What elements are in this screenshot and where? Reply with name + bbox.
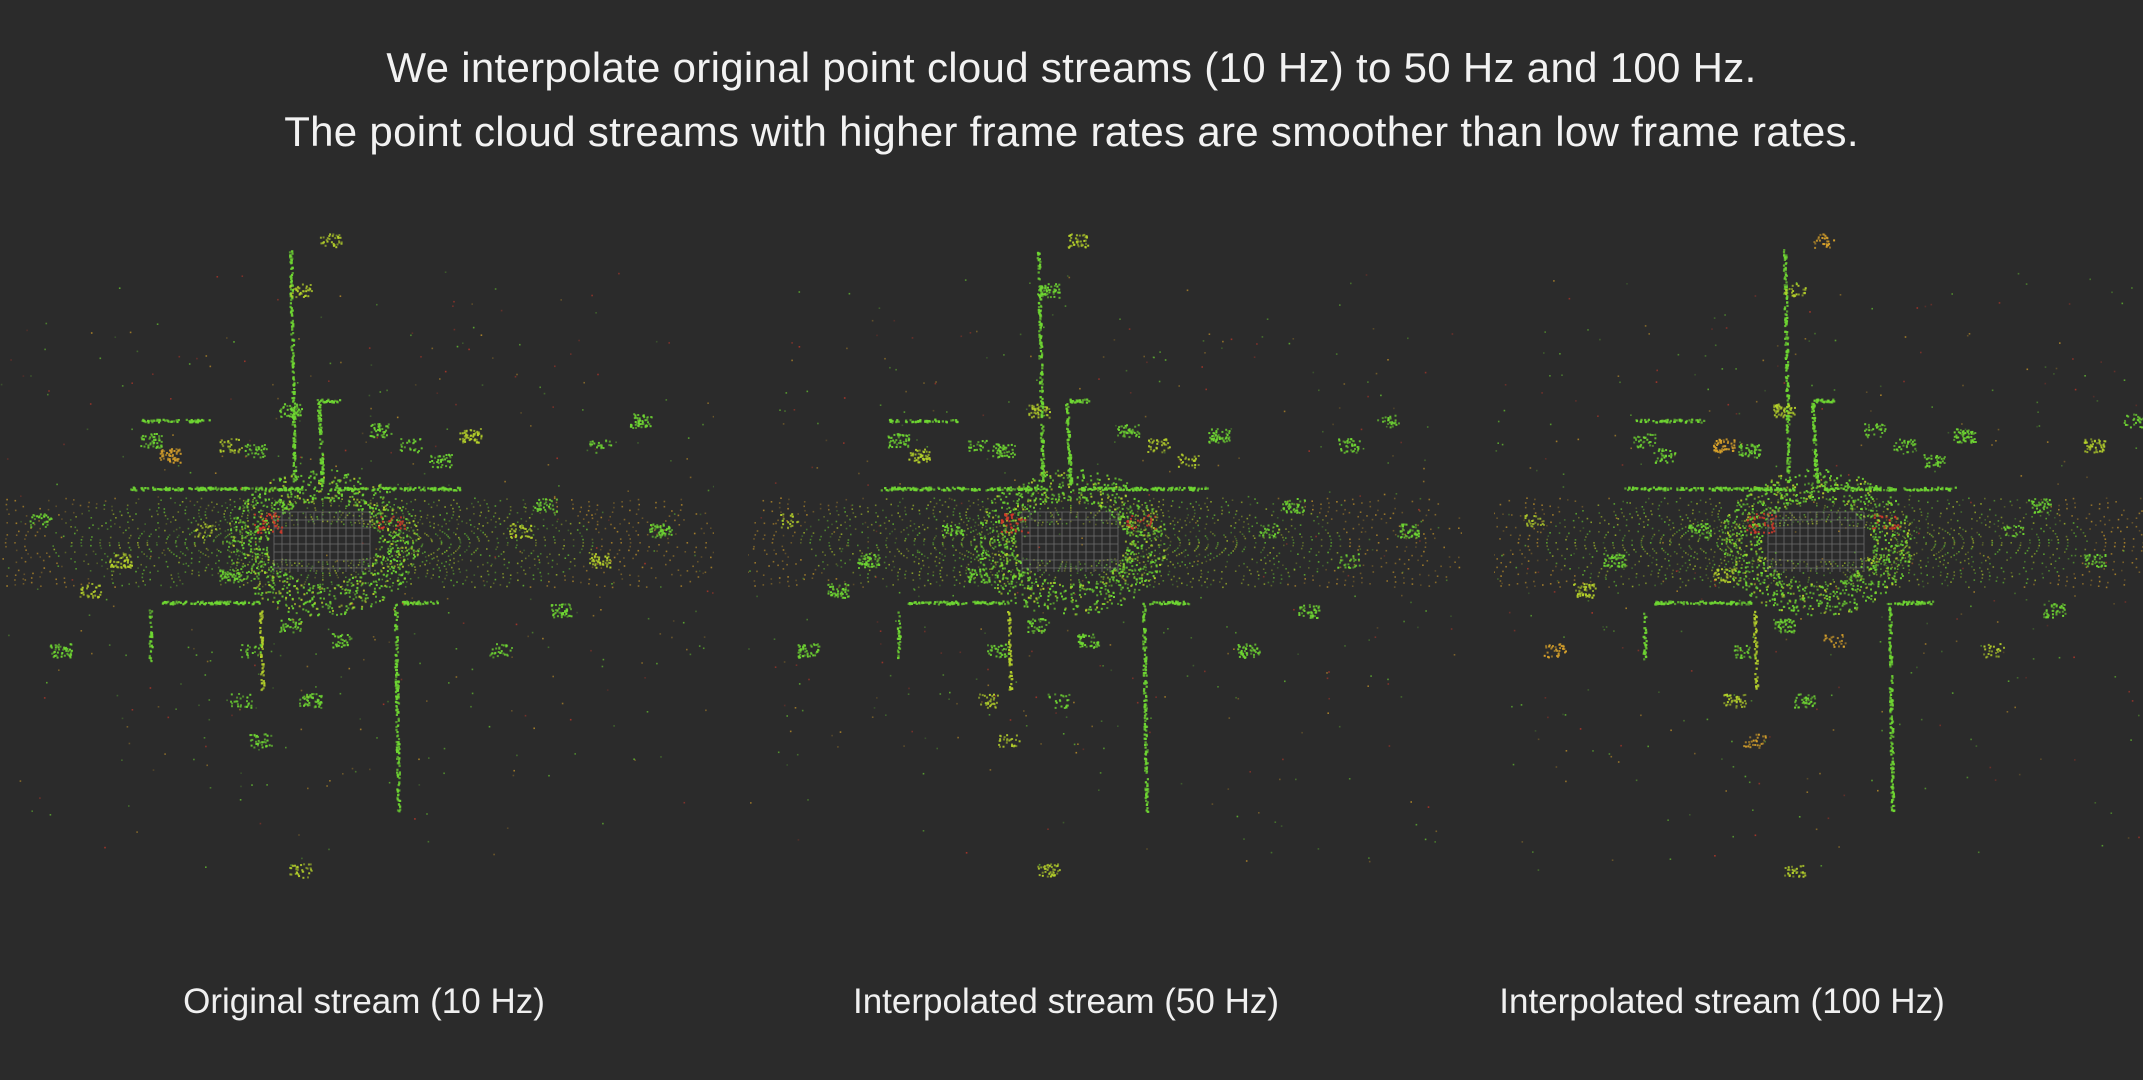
caption-original-stream: Original stream (10 Hz): [183, 982, 545, 1021]
caption-interpolated-50hz: Interpolated stream (50 Hz): [852, 982, 1280, 1021]
lidar-scan-image: [748, 233, 1462, 878]
title-line-2: The point cloud streams with higher fram…: [284, 108, 1859, 155]
point-cloud-panel-100hz: [1494, 230, 2143, 940]
caption-interpolated-100hz: Interpolated stream (100 Hz): [1499, 982, 1945, 1021]
lidar-scan-image: [0, 233, 714, 879]
point-cloud-panel-50hz: [748, 230, 1462, 940]
title-line-1: We interpolate original point cloud stre…: [386, 44, 1757, 91]
point-cloud-panel-original: [0, 230, 714, 940]
lidar-scan-image: [1494, 233, 2143, 878]
title-block: We interpolate original point cloud stre…: [0, 36, 2143, 164]
